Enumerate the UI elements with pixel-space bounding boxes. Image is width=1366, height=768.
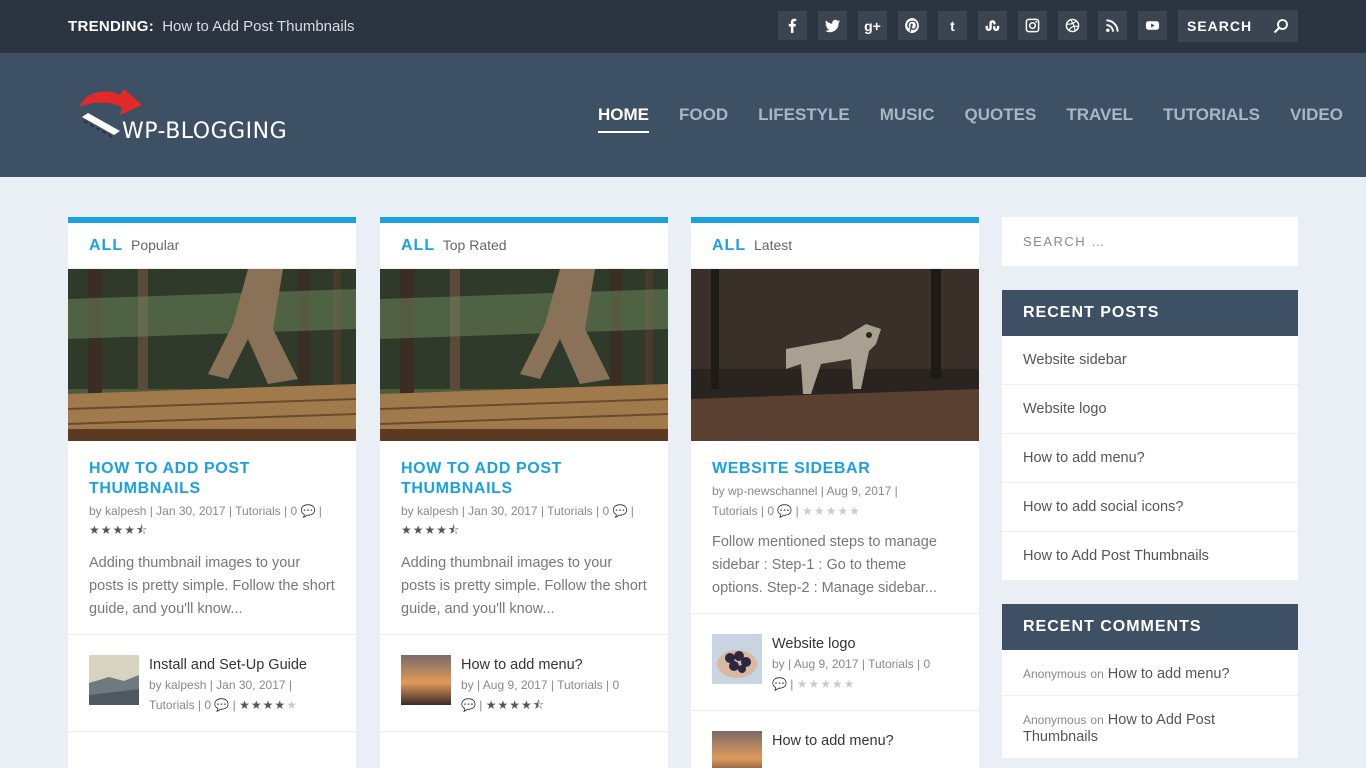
mini-post-title[interactable]: How to add menu? <box>461 655 619 675</box>
google-plus-icon[interactable]: g+ <box>858 11 887 40</box>
list-item[interactable]: Website logo by | Aug 9, 2017 | Tutorial… <box>691 614 979 711</box>
youtube-icon[interactable] <box>1138 11 1167 40</box>
recent-comment: Anonymous on How to Add Post Thumbnails <box>1002 696 1298 759</box>
social-icons: g+ t <box>778 11 1178 40</box>
post-thumbnail-small[interactable] <box>401 655 451 705</box>
post-card-latest: ALL Latest WEBSITE SIDEBAR by wp-newscha… <box>691 217 979 768</box>
post-meta: by kalpesh | Jan 30, 2017 | Tutorials | … <box>401 504 634 518</box>
nav-video[interactable]: VIDEO <box>1290 105 1343 133</box>
post-thumbnail-small[interactable] <box>712 731 762 768</box>
list-item[interactable]: How to add menu? by | Aug 9, 2017 | Tuto… <box>380 635 668 732</box>
post-excerpt: Follow mentioned steps to manage sidebar… <box>712 534 937 596</box>
mini-post-meta: by | Aug 9, 2017 | Tutorials | 0 <box>461 678 620 692</box>
widget-title: RECENT POSTS <box>1002 290 1298 336</box>
recent-post-link[interactable]: How to add menu? <box>1002 434 1298 483</box>
rss-icon[interactable] <box>1098 11 1127 40</box>
twitter-icon[interactable] <box>818 11 847 40</box>
comment-author: Anonymous <box>1023 667 1087 681</box>
post-meta: by wp-newschannel | Aug 9, 2017 | <box>712 484 898 498</box>
top-bar: TRENDING: How to Add Post Thumbnails g+ … <box>0 0 1366 53</box>
recent-comment: Anonymous on How to add menu? <box>1002 650 1298 696</box>
mini-post-meta: by | Aug 9, 2017 | Tutorials | 0 <box>772 657 931 671</box>
nav-home[interactable]: HOME <box>598 105 649 133</box>
site-logo[interactable]: WP-BLOGGING <box>74 85 304 145</box>
mini-post-meta: 💬 | ★★★★⯪ <box>461 698 546 712</box>
tumblr-icon[interactable]: t <box>938 11 967 40</box>
post-card-top-rated: ALL Top Rated HOW TO ADD POST THUMBNAILS… <box>380 217 668 768</box>
nav-food[interactable]: FOOD <box>679 105 728 133</box>
logo-text: WP-BLOGGING <box>122 119 288 144</box>
main-nav: HOME FOOD LIFESTYLE MUSIC QUOTES TRAVEL … <box>598 105 1366 133</box>
nav-lifestyle[interactable]: LIFESTYLE <box>758 105 850 133</box>
post-title[interactable]: WEBSITE SIDEBAR <box>712 459 959 479</box>
tab-all[interactable]: ALL <box>401 237 435 254</box>
tab-all[interactable]: ALL <box>712 237 746 254</box>
facebook-icon[interactable] <box>778 11 807 40</box>
nav-music[interactable]: MUSIC <box>880 105 935 133</box>
mini-post-title[interactable]: Install and Set-Up Guide <box>149 655 307 675</box>
recent-post-link[interactable]: How to add social icons? <box>1002 483 1298 532</box>
recent-post-link[interactable]: Website sidebar <box>1002 336 1298 385</box>
post-thumbnail-small[interactable] <box>89 655 139 705</box>
tab-top-rated[interactable]: Top Rated <box>443 237 507 253</box>
post-excerpt: Adding thumbnail images to your posts is… <box>89 555 335 617</box>
list-item[interactable]: How to add menu? <box>691 711 979 768</box>
rating-stars: ★★★★⯪ <box>401 523 461 537</box>
tab-popular[interactable]: Popular <box>131 237 179 253</box>
post-card-popular: ALL Popular HOW TO ADD POST THUMBNAILS b… <box>68 217 356 768</box>
recent-comments-widget: RECENT COMMENTS Anonymous on How to add … <box>1002 604 1298 759</box>
recent-posts-widget: RECENT POSTS Website sidebar Website log… <box>1002 290 1298 581</box>
mini-post-meta: by kalpesh | Jan 30, 2017 | <box>149 678 292 692</box>
list-item[interactable]: Install and Set-Up Guide by kalpesh | Ja… <box>68 635 356 732</box>
comment-post-link[interactable]: How to add menu? <box>1108 666 1230 682</box>
card-tabs: ALL Top Rated <box>380 223 668 269</box>
trending-link[interactable]: How to Add Post Thumbnails <box>162 18 354 35</box>
top-search <box>1178 10 1298 42</box>
nav-quotes[interactable]: QUOTES <box>965 105 1037 133</box>
nav-travel[interactable]: TRAVEL <box>1066 105 1133 133</box>
trending-label: TRENDING: <box>68 18 155 35</box>
comment-author: Anonymous <box>1023 713 1087 727</box>
tab-all[interactable]: ALL <box>89 237 123 254</box>
mini-post-meta: Tutorials | 0 💬 | ★★★★★ <box>149 698 298 712</box>
mini-post-meta: 💬 | ★★★★★ <box>772 677 856 691</box>
mini-post-title[interactable]: Website logo <box>772 634 930 654</box>
stumbleupon-icon[interactable] <box>978 11 1007 40</box>
pinterest-icon[interactable] <box>898 11 927 40</box>
top-search-input[interactable] <box>1178 10 1270 42</box>
card-tabs: ALL Popular <box>68 223 356 269</box>
nav-tutorials[interactable]: TUTORIALS <box>1163 105 1260 133</box>
card-tabs: ALL Latest <box>691 223 979 269</box>
post-title[interactable]: HOW TO ADD POST THUMBNAILS <box>401 459 648 499</box>
tab-latest[interactable]: Latest <box>754 237 792 253</box>
site-header: WP-BLOGGING HOME FOOD LIFESTYLE MUSIC QU… <box>0 53 1366 177</box>
instagram-icon[interactable] <box>1018 11 1047 40</box>
post-meta: by kalpesh | Jan 30, 2017 | Tutorials | … <box>89 504 322 518</box>
rating-stars: ★★★★⯪ <box>89 523 149 537</box>
search-icon[interactable] <box>1273 18 1289 34</box>
post-meta: Tutorials | 0 💬 | ★★★★★ <box>712 504 861 518</box>
widget-title: RECENT COMMENTS <box>1002 604 1298 650</box>
post-title[interactable]: HOW TO ADD POST THUMBNAILS <box>89 459 336 499</box>
post-thumbnail[interactable] <box>380 269 668 441</box>
post-thumbnail[interactable] <box>691 269 979 441</box>
post-thumbnail[interactable] <box>68 269 356 441</box>
sidebar-search <box>1002 217 1298 266</box>
sidebar-search-input[interactable] <box>1002 217 1298 266</box>
recent-post-link[interactable]: Website logo <box>1002 385 1298 434</box>
dribbble-icon[interactable] <box>1058 11 1087 40</box>
mini-post-title[interactable]: How to add menu? <box>772 731 894 751</box>
trending-ticker[interactable]: TRENDING: How to Add Post Thumbnails <box>68 18 355 35</box>
post-thumbnail-small[interactable] <box>712 634 762 684</box>
recent-post-link[interactable]: How to Add Post Thumbnails <box>1002 532 1298 581</box>
post-excerpt: Adding thumbnail images to your posts is… <box>401 555 647 617</box>
